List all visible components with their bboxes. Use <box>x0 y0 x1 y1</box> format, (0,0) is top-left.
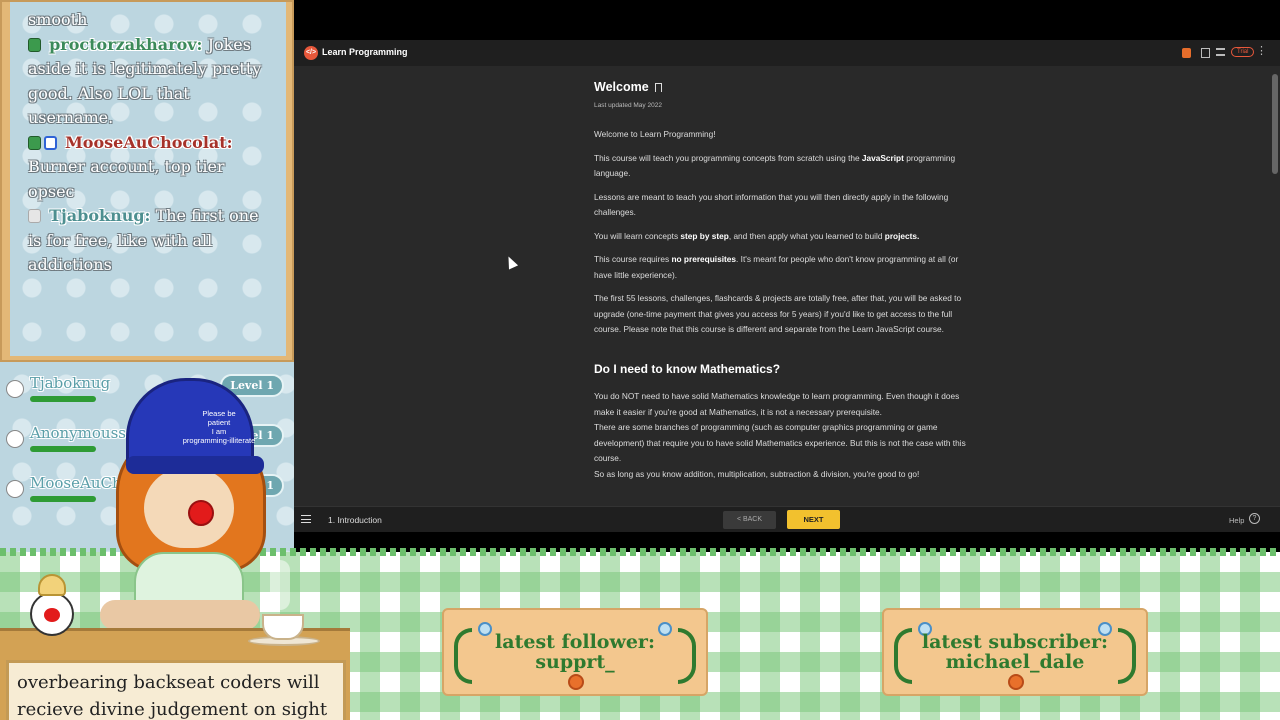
avatar-hands <box>100 600 260 630</box>
text-segment: This course requires <box>594 254 672 264</box>
help-icon[interactable]: ? <box>1249 513 1260 524</box>
chat-message: Tjaboknug: The first one is for free, li… <box>28 204 272 278</box>
lesson-title: Welcome <box>594 80 969 96</box>
flower-icon <box>568 674 584 690</box>
stream-layout: smooth proctorzakharov: Jokes aside it i… <box>0 0 1280 720</box>
text-segment: , and then apply what you learned to bui… <box>728 230 885 241</box>
text-bold: projects. <box>884 230 920 241</box>
sign-text: latest subscriber: michael_dale <box>884 632 1146 672</box>
warning-banner: overbearing backseat coders will recieve… <box>6 660 346 720</box>
viewer-progress-bar <box>30 446 96 452</box>
chapter-label[interactable]: 1. Introduction <box>328 515 382 525</box>
lesson-paragraph: So as long as you know addition, multipl… <box>594 468 920 479</box>
viewer-badge-icon <box>28 209 41 223</box>
text-segment: This course will teach you programming c… <box>594 152 862 163</box>
follower-label: latest follower: <box>495 631 655 653</box>
text-bold: no prerequisites <box>671 254 737 264</box>
hamburger-menu-icon[interactable] <box>301 515 311 523</box>
flower-icon <box>1008 674 1024 690</box>
lesson-navigation-bar: 1. Introduction < BACK NEXT Help ? <box>294 506 1280 532</box>
lesson-content: Welcome Last updated May 2022 Welcome to… <box>594 66 969 506</box>
subscriber-label: latest subscriber: <box>921 631 1109 653</box>
next-button[interactable]: NEXT <box>787 510 840 529</box>
teacup-icon <box>248 614 320 646</box>
chat-username: Tjaboknug: <box>49 206 151 225</box>
chat-text: smooth <box>28 10 88 29</box>
banner-line: overbearing backseat coders will <box>17 672 320 693</box>
chat-messages: smooth proctorzakharov: Jokes aside it i… <box>10 2 286 356</box>
lesson-paragraph: You will learn concepts step by step, an… <box>594 229 969 245</box>
viewer-avatar-icon <box>6 480 24 498</box>
clown-nose-icon <box>188 500 214 526</box>
chat-message: MooseAuChocolat: Burner account, top tie… <box>28 131 272 205</box>
app-header: </> Learn Programming Trial ⋮ <box>294 40 1280 66</box>
latest-follower-sign: latest follower: supprt_ <box>442 608 708 696</box>
mini-character-nose <box>44 608 60 622</box>
chat-panel: smooth proctorzakharov: Jokes aside it i… <box>0 0 294 362</box>
chat-username: MooseAuChocolat: <box>65 132 233 152</box>
sign-text: latest follower: supprt_ <box>444 632 706 672</box>
mini-character <box>28 574 76 644</box>
streamer-avatar: Please be patient I am programming-illit… <box>100 372 280 642</box>
lesson-paragraph: This course will teach you programming c… <box>594 151 969 182</box>
follower-name: supprt_ <box>535 651 615 673</box>
lesson-paragraph: Lessons are meant to teach you short inf… <box>594 191 949 218</box>
viewer-avatar-icon <box>6 430 24 448</box>
viewer-progress-bar <box>30 496 96 502</box>
avatar-cap-brim <box>126 456 264 474</box>
course-window: </> Learn Programming Trial ⋮ Welcome La… <box>294 40 1280 532</box>
content-scrollbar[interactable] <box>1272 74 1278 174</box>
teacup-body <box>262 614 304 640</box>
text-bold: JavaScript <box>861 152 904 163</box>
streak-icon[interactable] <box>1182 48 1191 58</box>
viewer-name: Tjaboknug <box>30 374 111 392</box>
banner-text: overbearing backseat coders will recieve… <box>17 669 335 720</box>
more-options-icon[interactable]: ⋮ <box>1256 46 1267 57</box>
chat-username: proctorzakharov: <box>49 34 203 54</box>
steam <box>270 560 290 610</box>
lesson-paragraph: Welcome to Learn Programming! <box>594 129 716 139</box>
text-segment: You will learn concepts <box>594 230 681 241</box>
app-logo-icon: </> <box>304 46 318 60</box>
latest-subscriber-sign: latest subscriber: michael_dale <box>882 608 1148 696</box>
lesson-paragraph: The first 55 lessons, challenges, flashc… <box>594 293 962 334</box>
text-bold: step by step <box>680 230 729 241</box>
lesson-paragraph: This course requires no prerequisites. I… <box>594 252 969 283</box>
notes-icon[interactable] <box>1201 48 1210 58</box>
verified-badge-icon <box>44 135 57 150</box>
trial-badge[interactable]: Trial <box>1231 47 1255 57</box>
mini-character-hat <box>38 574 66 596</box>
help-link[interactable]: Help <box>1229 516 1244 525</box>
bookmark-icon[interactable] <box>654 83 662 92</box>
list-icon[interactable] <box>1216 48 1225 56</box>
chat-message: smooth <box>28 8 272 33</box>
last-updated: Last updated May 2022 <box>594 101 662 109</box>
cap-text: Please be patient I am programming-illit… <box>182 409 256 445</box>
back-button[interactable]: < BACK <box>723 511 776 529</box>
app-title: Learn Programming <box>322 47 408 57</box>
subscriber-badge-icon <box>28 37 41 52</box>
subscriber-badge-icon <box>28 135 41 150</box>
lesson-paragraph: There are some branches of programming (… <box>594 422 966 463</box>
section-heading: Do I need to know Mathematics? <box>594 361 781 376</box>
subscriber-name: michael_dale <box>945 651 1085 673</box>
lesson-paragraph: You do NOT need to have solid Mathematic… <box>594 391 960 417</box>
chat-message: proctorzakharov: Jokes aside it is legit… <box>28 33 272 131</box>
banner-line: recieve divine judgement on sight <box>17 699 328 720</box>
viewer-progress-bar <box>30 396 96 402</box>
lesson-title-text: Welcome <box>594 80 649 94</box>
chat-text: Burner account, top tier opsec <box>28 157 225 201</box>
viewer-avatar-icon <box>6 380 24 398</box>
